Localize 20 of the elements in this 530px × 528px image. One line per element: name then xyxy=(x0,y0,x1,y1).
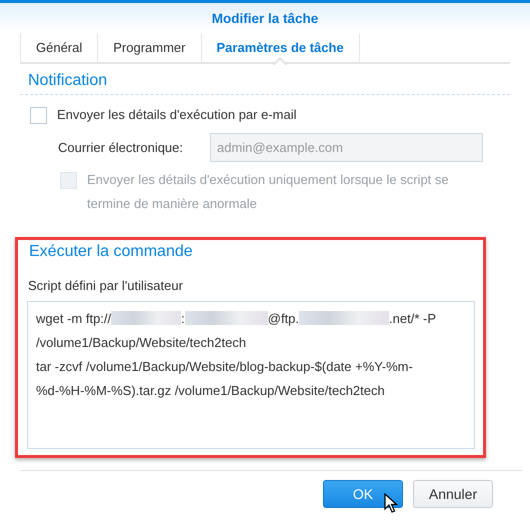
script-text: /volume1/Backup/Website/tech2tech xyxy=(36,334,246,350)
checkbox-label: Envoyer les détails d'exécution par e-mail xyxy=(57,106,296,124)
blurred-block xyxy=(111,311,182,325)
cancel-button[interactable]: Annuler xyxy=(413,480,493,508)
tab[interactable]: Général xyxy=(20,33,98,62)
field-label: Script défini par l'utilisateur xyxy=(27,277,184,295)
dialog-title: Modifier la tâche xyxy=(212,10,318,26)
checkbox-label: Envoyer les détails d'exécution uniquement lorsque le script se termine de manière anormale xyxy=(87,171,450,213)
checkbox[interactable] xyxy=(30,107,47,124)
section-heading: Notification xyxy=(27,71,108,91)
script-text: %d-%H-%M-%S).tar.gz /volume1/Backup/Website/tech2tech xyxy=(36,382,385,398)
script-text: @ftp. xyxy=(268,310,300,326)
script-text: wget -m ftp:// xyxy=(36,310,112,326)
script-text: .net/* -P xyxy=(389,310,436,326)
script-text: : xyxy=(181,310,185,326)
script-field[interactable]: wget -m ftp:// : @ftp. .net/* -P /volume1/Backup/Website/tech2tech tar -zcvf /volume1/Backup/Website/blog-backup-$(date +%Y-%m- %d-%H-%M-%S).tar.gz /volume1/Backup/Website/tech2tech xyxy=(27,301,475,449)
section-heading: Exécuter la commande xyxy=(28,242,194,261)
field-label: Courrier électronique: xyxy=(58,138,184,157)
tab[interactable]: Programmer xyxy=(97,33,200,62)
script-text: tar -zcvf /volume1/Backup/Website/blog-backup-$(date +%Y-%m- xyxy=(36,358,413,374)
